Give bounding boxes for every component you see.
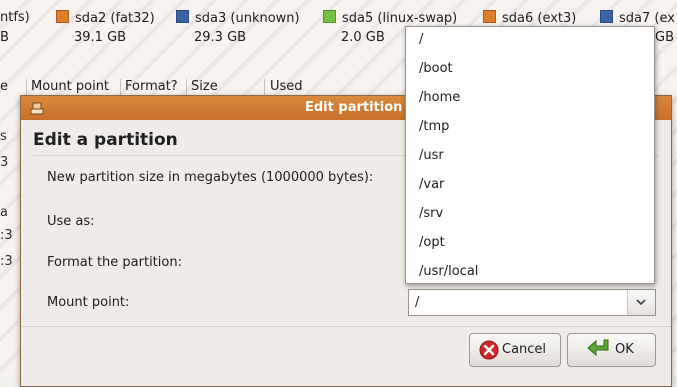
chevron-down-icon: [636, 299, 646, 306]
mount-option[interactable]: /usr/local: [419, 264, 478, 279]
mount-option[interactable]: /tmp: [419, 119, 449, 134]
column-header-mount-point[interactable]: Mount point: [31, 79, 109, 94]
ok-button[interactable]: OK: [567, 333, 656, 367]
mount-option[interactable]: /usr: [419, 148, 444, 163]
partition-label: sda7 (ex: [619, 11, 675, 26]
mount-option[interactable]: /: [419, 32, 423, 47]
enter-arrow-icon: [587, 339, 609, 357]
mount-point-combobox[interactable]: /: [408, 289, 656, 316]
mount-point-popup-list: / /boot /home /tmp /usr /var /srv /opt /…: [405, 26, 655, 284]
partition-label: sda6 (ext3): [502, 11, 577, 26]
cancel-button-label: Cancel: [502, 342, 547, 357]
partition-label: sda3 (unknown): [195, 11, 300, 26]
column-header-used[interactable]: Used: [270, 79, 303, 94]
mount-option[interactable]: /boot: [419, 61, 453, 76]
mount-point-value[interactable]: /: [415, 295, 419, 310]
column-divider: [26, 79, 27, 95]
background-row-fragment: a: [0, 205, 8, 220]
column-divider: [120, 79, 121, 95]
column-divider: [264, 79, 265, 95]
column-header-size[interactable]: Size: [191, 79, 218, 94]
mount-option[interactable]: /srv: [419, 206, 443, 221]
partition-color-swatch: [600, 10, 613, 23]
partition-legend-item: sda2 (fat32) 39.1 GB: [56, 10, 155, 45]
partition-legend-item: ntfs) B: [0, 10, 30, 45]
partition-label: sda2 (fat32): [75, 11, 155, 26]
partition-color-swatch: [483, 10, 496, 23]
partition-legend-item: sda6 (ext3): [483, 10, 576, 26]
column-header[interactable]: e: [0, 79, 8, 94]
partition-color-swatch: [323, 10, 336, 23]
background-row-fragment: :3: [0, 254, 13, 269]
use-as-label: Use as:: [47, 214, 95, 229]
column-header-format[interactable]: Format?: [125, 79, 178, 94]
partition-label: sda5 (linux-swap): [342, 11, 458, 26]
partition-legend-item: sda7 (ex GB: [600, 10, 675, 45]
partition-size: GB: [655, 30, 674, 45]
partition-legend-item: sda3 (unknown) 29.3 GB: [176, 10, 300, 45]
background-row-fragment: :3: [0, 228, 13, 243]
partition-size-label: New partition size in megabytes (1000000…: [47, 170, 374, 185]
mount-point-label: Mount point:: [47, 295, 130, 310]
cancel-button[interactable]: Cancel: [469, 333, 561, 367]
partition-size: 2.0 GB: [341, 30, 385, 45]
dialog-heading: Edit a partition: [33, 130, 178, 150]
button-area-divider: [21, 326, 671, 327]
partition-size: B: [0, 30, 9, 45]
ok-button-label: OK: [615, 342, 634, 357]
partition-legend-item: sda5 (linux-swap) 2.0 GB: [323, 10, 458, 45]
partition-size: 39.1 GB: [74, 30, 127, 45]
window-menu-icon[interactable]: [29, 100, 45, 116]
mount-point-dropdown-button[interactable]: [627, 290, 655, 315]
background-row-fragment: s: [0, 129, 7, 144]
partition-color-swatch: [176, 10, 189, 23]
column-divider: [186, 79, 187, 95]
background-row-fragment: 3: [0, 155, 9, 170]
format-partition-label: Format the partition:: [47, 255, 182, 270]
mount-option[interactable]: /opt: [419, 235, 445, 250]
dialog-title: Edit partition: [305, 100, 403, 115]
mount-option[interactable]: /var: [419, 177, 444, 192]
mount-option[interactable]: /home: [419, 90, 460, 105]
cancel-icon: [479, 340, 499, 360]
partition-label: ntfs): [0, 10, 30, 25]
partition-color-swatch: [56, 10, 69, 23]
partition-size: 29.3 GB: [194, 30, 247, 45]
